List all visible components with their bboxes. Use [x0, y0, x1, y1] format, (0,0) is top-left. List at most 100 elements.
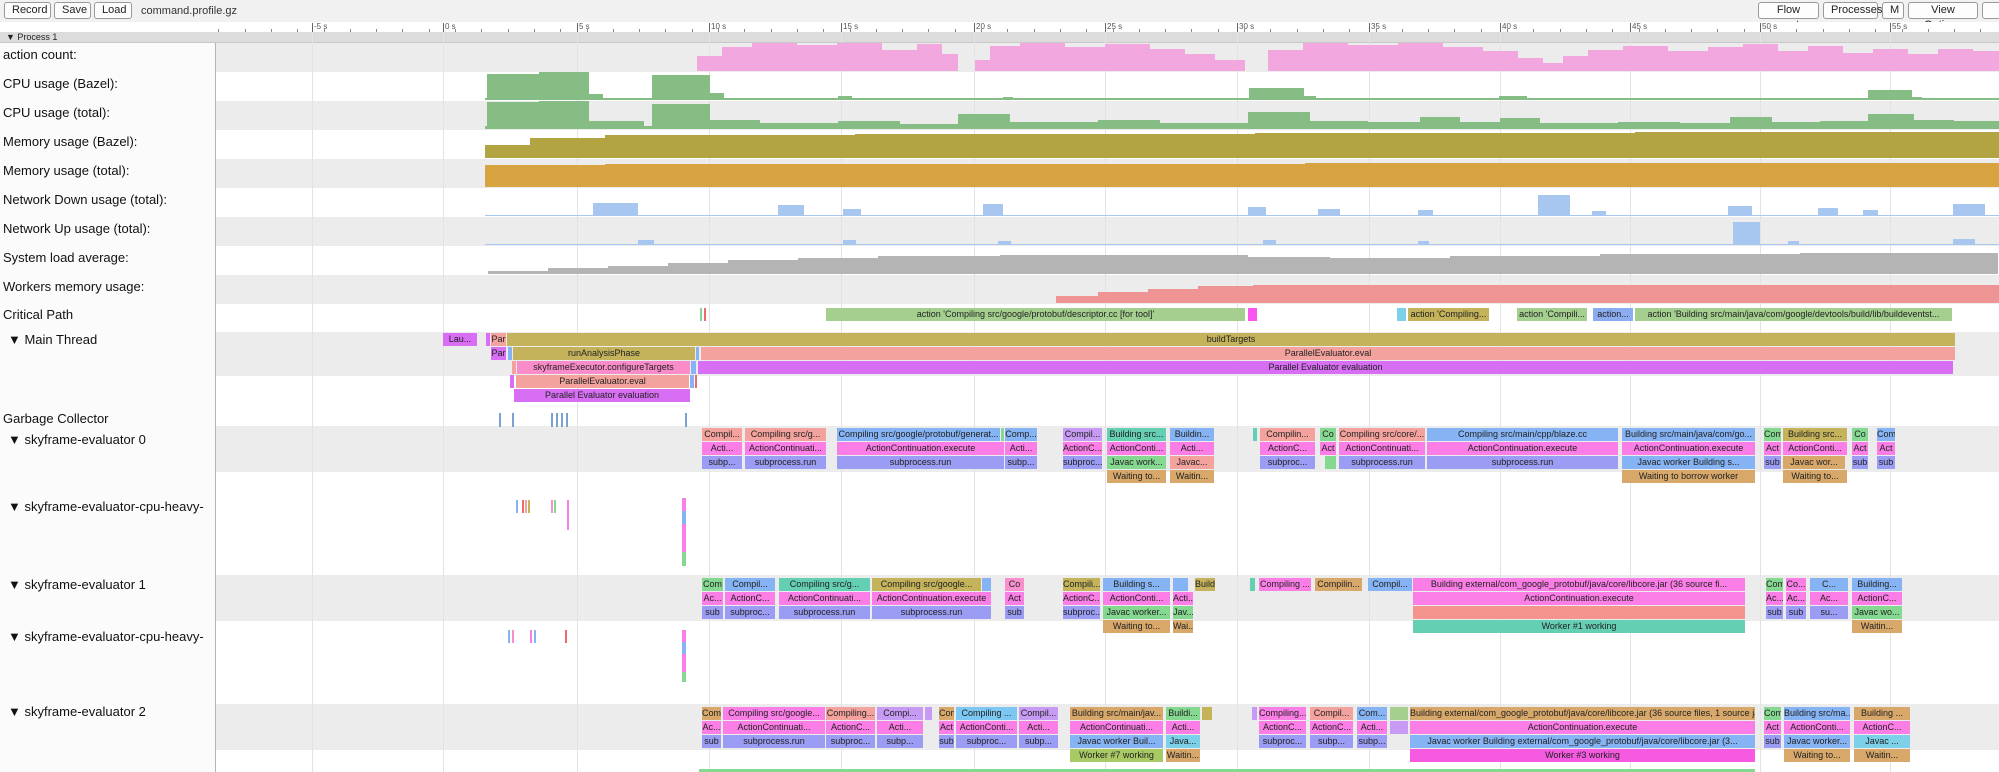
- event-bar-critical-path[interactable]: action 'Building src/main/java/com/googl…: [1635, 308, 1952, 321]
- event-bar-skyframe-evaluator-1[interactable]: Com: [1766, 578, 1783, 591]
- event-bar-skyframe-evaluator-1[interactable]: sub: [1786, 606, 1806, 619]
- event-bar-skyframe-evaluator-2[interactable]: Javac worker...: [1784, 735, 1850, 748]
- event-bar-skyframe-evaluator-0[interactable]: Compiling src/core/...: [1339, 428, 1425, 441]
- event-bar-skyframe-evaluator-0[interactable]: Javac work...: [1107, 456, 1166, 469]
- event-bar-skyframe-evaluator-1[interactable]: Compilin...: [1315, 578, 1362, 591]
- event-bar-critical-path[interactable]: [704, 308, 706, 321]
- event-bar-skyframe-evaluator-0[interactable]: Buildin...: [1170, 428, 1214, 441]
- event-bar-skyframe-evaluator-2[interactable]: ActionContinuati...: [1070, 721, 1163, 734]
- event-bar-skyframe-evaluator-1[interactable]: [1413, 606, 1745, 619]
- gc-tick[interactable]: [685, 413, 687, 427]
- event-bar-skyframe-evaluator-0[interactable]: ActionC...: [1260, 442, 1315, 455]
- event-bar-skyframe-evaluator-0[interactable]: subprocess.run: [745, 456, 826, 469]
- event-bar-main-thread[interactable]: [695, 375, 697, 388]
- cpu-heavy-tick[interactable]: [522, 500, 524, 513]
- event-bar-skyframe-evaluator-1[interactable]: ActionContinuation.execute: [872, 592, 991, 605]
- event-bar-critical-path[interactable]: [1248, 308, 1257, 321]
- event-bar-skyframe-evaluator-0[interactable]: Co: [1852, 428, 1868, 441]
- track-group-label[interactable]: ▼ skyframe-evaluator-cpu-heavy-: [8, 629, 204, 644]
- event-bar-main-thread[interactable]: Par: [491, 347, 506, 360]
- event-bar-main-thread[interactable]: [508, 347, 512, 360]
- cpu-heavy-tick[interactable]: [530, 630, 532, 643]
- event-bar-skyframe-evaluator-2[interactable]: sub: [939, 735, 954, 748]
- event-bar-skyframe-evaluator-2[interactable]: Ac...: [702, 721, 721, 734]
- cpu-heavy-tick[interactable]: [567, 500, 569, 530]
- event-bar-skyframe-evaluator-0[interactable]: subp...: [1005, 456, 1037, 469]
- event-bar-main-thread[interactable]: buildTargets: [507, 333, 1955, 346]
- cpu-heavy-tick[interactable]: [512, 630, 514, 643]
- cpu-heavy-tick[interactable]: [534, 630, 536, 643]
- track-group-label[interactable]: ▼ skyframe-evaluator 2: [8, 704, 146, 719]
- gc-tick[interactable]: [556, 413, 558, 427]
- event-bar-critical-path[interactable]: [700, 308, 702, 321]
- event-bar-skyframe-evaluator-2[interactable]: Java...: [1166, 735, 1200, 748]
- event-bar-skyframe-evaluator-1[interactable]: subprocess.run: [779, 606, 870, 619]
- cpu-heavy-tick[interactable]: [551, 500, 553, 513]
- cpu-heavy-tick[interactable]: [528, 500, 530, 513]
- gc-tick[interactable]: [551, 413, 553, 427]
- event-bar-main-thread[interactable]: [690, 375, 694, 388]
- cpu-heavy-tick[interactable]: [565, 630, 567, 643]
- event-bar-skyframe-evaluator-2[interactable]: [1390, 721, 1408, 734]
- event-bar-skyframe-evaluator-1[interactable]: Building external/com_google_protobuf/ja…: [1413, 578, 1745, 591]
- event-bar-skyframe-evaluator-2[interactable]: Buildi...: [1166, 707, 1200, 720]
- event-bar-skyframe-evaluator-1[interactable]: Com: [702, 578, 723, 591]
- event-bar-skyframe-evaluator-2[interactable]: [1202, 707, 1212, 720]
- cpu-heavy-sliver[interactable]: [682, 642, 686, 654]
- event-bar-skyframe-evaluator-1[interactable]: [1173, 578, 1188, 591]
- event-bar-skyframe-evaluator-0[interactable]: sub: [1852, 456, 1868, 469]
- event-bar-skyframe-evaluator-1[interactable]: C...: [1810, 578, 1848, 591]
- event-bar-skyframe-evaluator-2[interactable]: ActionC...: [1259, 721, 1306, 734]
- event-bar-skyframe-evaluator-0[interactable]: Act: [1320, 442, 1336, 455]
- event-bar-skyframe-evaluator-0[interactable]: ActionConti...: [1783, 442, 1847, 455]
- event-bar-skyframe-evaluator-1[interactable]: Act: [1005, 592, 1024, 605]
- event-bar-skyframe-evaluator-2[interactable]: Waitin...: [1854, 749, 1910, 762]
- event-bar-skyframe-evaluator-0[interactable]: subprocess.run: [1339, 456, 1425, 469]
- event-bar-skyframe-evaluator-0[interactable]: ActionContinuation.execute: [1622, 442, 1755, 455]
- event-bar-skyframe-evaluator-2[interactable]: Compi...: [877, 707, 923, 720]
- event-bar-skyframe-evaluator-0[interactable]: ActionContinuati...: [745, 442, 826, 455]
- event-bar-skyframe-evaluator-1[interactable]: Building...: [1852, 578, 1902, 591]
- event-bar-critical-path[interactable]: [1397, 308, 1406, 321]
- event-bar-skyframe-evaluator-1[interactable]: Javac worker...: [1103, 606, 1170, 619]
- event-bar-main-thread[interactable]: skyframeExecutor.configureTargets: [517, 361, 690, 374]
- event-bar-skyframe-evaluator-2[interactable]: [1252, 707, 1257, 720]
- event-bar-skyframe-evaluator-2[interactable]: ActionContinuati...: [723, 721, 825, 734]
- cpu-heavy-sliver[interactable]: [682, 511, 686, 524]
- event-bar-skyframe-evaluator-2[interactable]: [925, 707, 932, 720]
- event-bar-skyframe-evaluator-0[interactable]: subproc...: [1260, 456, 1315, 469]
- cpu-heavy-tick[interactable]: [516, 500, 518, 513]
- event-bar-main-thread[interactable]: [486, 333, 490, 346]
- event-bar-main-thread[interactable]: ParallelEvaluator.eval: [701, 347, 1955, 360]
- event-bar-skyframe-evaluator-0[interactable]: Acti...: [1170, 442, 1214, 455]
- event-bar-main-thread[interactable]: [510, 375, 514, 388]
- event-bar-skyframe-evaluator-0[interactable]: subprocess.run: [1427, 456, 1618, 469]
- event-bar-skyframe-evaluator-1[interactable]: ActionContinuati...: [779, 592, 870, 605]
- event-bar-skyframe-evaluator-0[interactable]: ActionConti...: [1107, 442, 1166, 455]
- track-group-label[interactable]: ▼ Main Thread: [8, 332, 97, 347]
- cpu-heavy-sliver[interactable]: [682, 672, 686, 682]
- event-bar-main-thread[interactable]: [691, 361, 696, 374]
- event-bar-skyframe-evaluator-2[interactable]: Building ...: [1854, 707, 1910, 720]
- cpu-heavy-sliver[interactable]: [682, 630, 686, 642]
- event-bar-skyframe-evaluator-0[interactable]: Waiting to borrow worker: [1622, 470, 1755, 483]
- event-bar-skyframe-evaluator-1[interactable]: su...: [1810, 606, 1848, 619]
- event-bar-skyframe-evaluator-1[interactable]: ActionC...: [1852, 592, 1902, 605]
- event-bar-skyframe-evaluator-1[interactable]: sub: [702, 606, 723, 619]
- event-bar-skyframe-evaluator-0[interactable]: Acti...: [1005, 442, 1037, 455]
- event-bar-skyframe-evaluator-0[interactable]: Building src/main/java/com/go...: [1622, 428, 1755, 441]
- event-bar-skyframe-evaluator-2[interactable]: Building src/main/jav...: [1070, 707, 1163, 720]
- event-bar-skyframe-evaluator-2[interactable]: Waiting to...: [1784, 749, 1850, 762]
- event-bar-main-thread[interactable]: Lau...: [443, 333, 477, 346]
- event-bar-skyframe-evaluator-2[interactable]: subproc...: [1259, 735, 1306, 748]
- event-bar-skyframe-evaluator-0[interactable]: sub: [1764, 456, 1781, 469]
- event-bar-main-thread[interactable]: runAnalysisPhase: [513, 347, 695, 360]
- event-bar-skyframe-evaluator-0[interactable]: ActionContinuation.execute: [1427, 442, 1618, 455]
- event-bar-skyframe-evaluator-0[interactable]: Compiling src/g...: [745, 428, 826, 441]
- event-bar-skyframe-evaluator-2[interactable]: Compil...: [1019, 707, 1058, 720]
- event-bar-skyframe-evaluator-2[interactable]: subp...: [1357, 735, 1387, 748]
- event-bar-skyframe-evaluator-2[interactable]: subp...: [1310, 735, 1353, 748]
- event-bar-skyframe-evaluator-0[interactable]: Waiting to...: [1107, 470, 1166, 483]
- event-bar-skyframe-evaluator-2[interactable]: Com: [702, 707, 721, 720]
- event-bar-critical-path[interactable]: action 'Compiling src/google/protobuf/de…: [826, 308, 1245, 321]
